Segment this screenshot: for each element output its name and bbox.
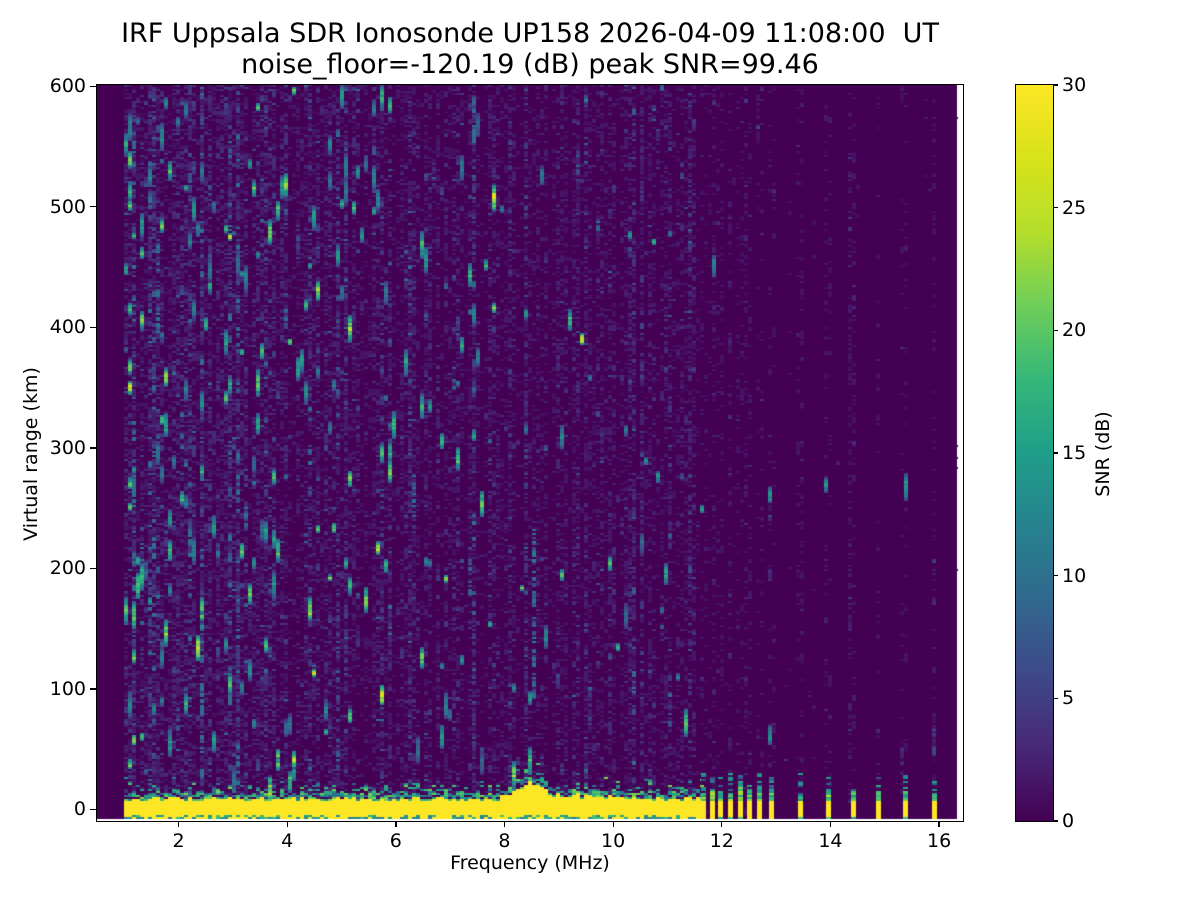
x-tick-label: 10 xyxy=(583,830,643,852)
ionogram-figure: IRF Uppsala SDR Ionosonde UP158 2026-04-… xyxy=(0,0,1200,900)
ionogram-heatmap-canvas xyxy=(97,85,963,821)
y-tick-label: 600 xyxy=(28,75,86,97)
y-tick-label: 200 xyxy=(28,557,86,579)
x-tick-label: 8 xyxy=(474,830,534,852)
colorbar-tick-label: 5 xyxy=(1062,687,1112,709)
y-tick-mark xyxy=(90,688,96,689)
x-tick-mark xyxy=(504,821,505,827)
y-tick-mark xyxy=(90,206,96,207)
colorbar-tick-label: 20 xyxy=(1062,319,1112,341)
colorbar-tick-label: 0 xyxy=(1062,810,1112,832)
x-tick-label: 16 xyxy=(909,830,969,852)
y-tick-mark xyxy=(90,327,96,328)
x-tick-mark xyxy=(178,821,179,827)
plot-area xyxy=(96,84,964,822)
y-tick-mark xyxy=(90,447,96,448)
x-axis-label: Frequency (MHz) xyxy=(97,852,963,874)
colorbar-label: SNR (dB) xyxy=(1092,354,1114,554)
x-tick-mark xyxy=(395,821,396,827)
colorbar-tick-label: 10 xyxy=(1062,565,1112,587)
y-tick-label: 500 xyxy=(28,196,86,218)
y-tick-label: 400 xyxy=(28,316,86,338)
colorbar-tick-label: 25 xyxy=(1062,197,1112,219)
x-tick-mark xyxy=(830,821,831,827)
page-title: IRF Uppsala SDR Ionosonde UP158 2026-04-… xyxy=(97,18,963,49)
x-tick-mark xyxy=(721,821,722,827)
x-tick-mark xyxy=(287,821,288,827)
x-tick-label: 2 xyxy=(148,830,208,852)
y-axis-label: Virtual range (km) xyxy=(20,354,42,554)
x-tick-mark xyxy=(613,821,614,827)
y-tick-mark xyxy=(90,86,96,87)
y-tick-mark xyxy=(90,809,96,810)
y-tick-mark xyxy=(90,568,96,569)
x-tick-label: 12 xyxy=(692,830,752,852)
colorbar-tick-label: 30 xyxy=(1062,74,1112,96)
colorbar xyxy=(1015,84,1054,822)
x-tick-label: 4 xyxy=(257,830,317,852)
y-tick-label: 100 xyxy=(28,678,86,700)
x-tick-mark xyxy=(938,821,939,827)
y-tick-label: 0 xyxy=(28,798,86,820)
page-subtitle: noise_floor=-120.19 (dB) peak SNR=99.46 xyxy=(97,49,963,80)
x-tick-label: 14 xyxy=(800,830,860,852)
x-tick-label: 6 xyxy=(366,830,426,852)
